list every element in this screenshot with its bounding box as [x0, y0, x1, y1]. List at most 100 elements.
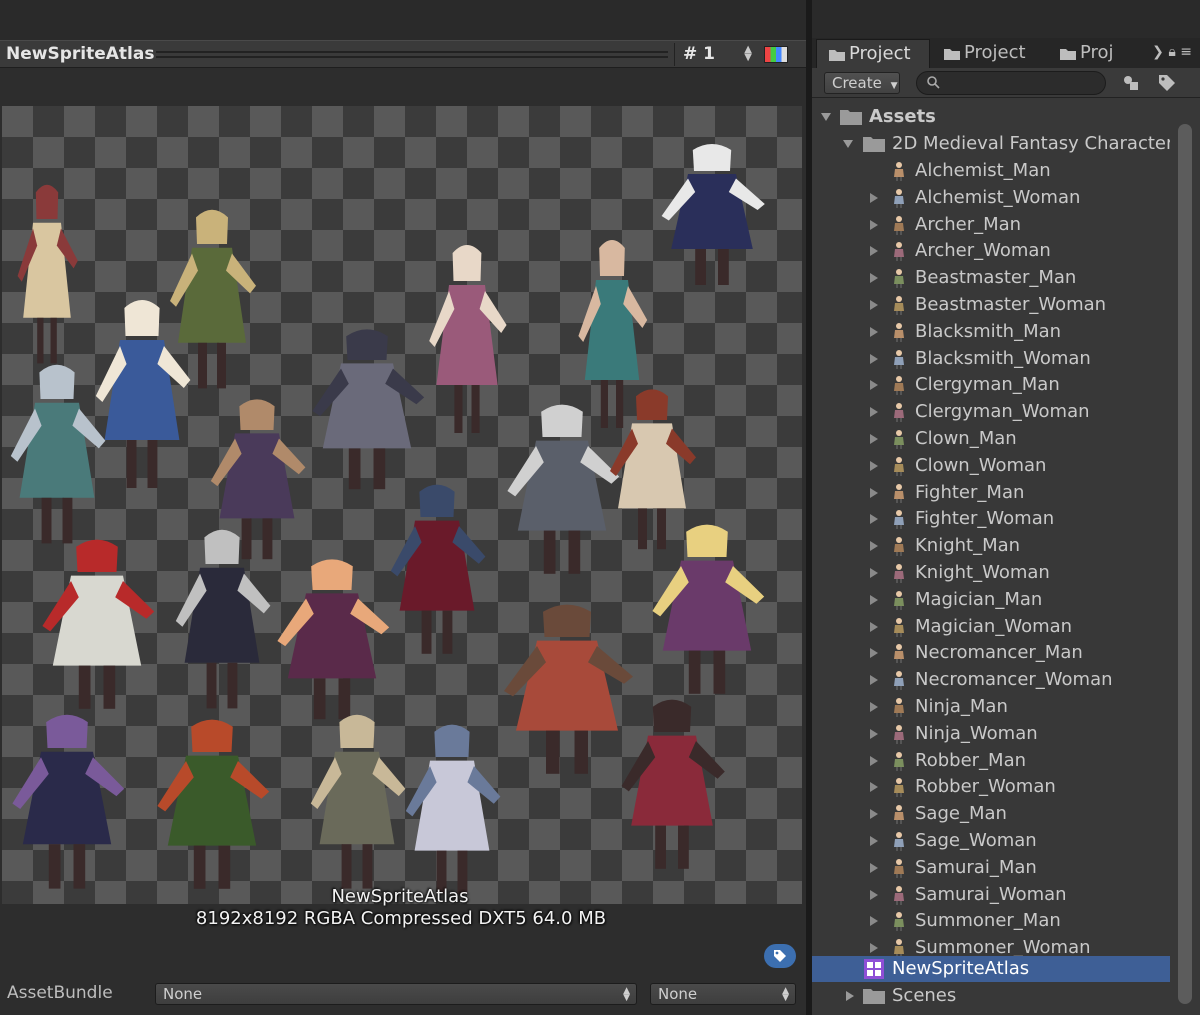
collapsed-arrow-icon[interactable]	[868, 567, 880, 579]
collapsed-arrow-icon[interactable]	[868, 621, 880, 633]
tree-item-character[interactable]: Clergyman_Man	[812, 372, 1170, 398]
tree-item-character[interactable]: Summoner_Man	[812, 908, 1170, 934]
tree-item-character[interactable]: Clown_Woman	[812, 453, 1170, 479]
character-sprite-icon	[894, 215, 904, 235]
tree-item-character[interactable]: Magician_Man	[812, 587, 1170, 613]
collapsed-arrow-icon[interactable]	[868, 862, 880, 874]
tree-item-character[interactable]: Magician_Woman	[812, 614, 1170, 640]
collapsed-arrow-icon[interactable]	[868, 942, 880, 954]
collapsed-arrow-icon[interactable]	[868, 889, 880, 901]
collapsed-arrow-icon[interactable]	[868, 728, 880, 740]
tree-item-label: Robber_Woman	[915, 776, 1056, 798]
tab-project-3[interactable]: Proj	[1048, 39, 1138, 68]
tree-item-label: Knight_Woman	[915, 562, 1050, 583]
search-by-label-icon[interactable]	[1156, 72, 1178, 94]
scrollbar-thumb[interactable]	[1178, 124, 1192, 1004]
search-by-type-icon[interactable]	[1120, 72, 1142, 94]
lock-icon[interactable]: 🔒︎	[1168, 44, 1175, 60]
tree-item-label: Robber_Man	[915, 749, 1027, 771]
create-button[interactable]: Create ▼	[824, 72, 900, 94]
tree-item-character[interactable]: Clown_Man	[812, 426, 1170, 452]
tree-item-character[interactable]: Knight_Man	[812, 533, 1170, 559]
collapsed-arrow-icon[interactable]	[868, 353, 880, 365]
tree-item-character[interactable]: Alchemist_Man	[812, 158, 1170, 184]
atlas-page-select[interactable]: # 1 ▲ ▼	[674, 43, 758, 66]
tree-item-character[interactable]: Blacksmith_Woman	[812, 346, 1170, 372]
collapsed-arrow-icon[interactable]	[868, 835, 880, 847]
collapsed-arrow-icon[interactable]	[868, 594, 880, 606]
collapsed-arrow-icon[interactable]	[868, 487, 880, 499]
tree-item-character[interactable]: Ninja_Man	[812, 694, 1170, 720]
asset-bundle-variant-dropdown[interactable]: None ▲ ▼	[650, 983, 796, 1005]
collapsed-arrow-icon[interactable]	[868, 540, 880, 552]
tree-item-character[interactable]: Ninja_Woman	[812, 721, 1170, 747]
collapsed-arrow-icon[interactable]	[868, 245, 880, 257]
character-sprite-icon	[894, 188, 904, 208]
atlas-page-value: # 1	[683, 44, 715, 64]
tree-item-character[interactable]: Archer_Woman	[812, 238, 1170, 264]
asset-label-button[interactable]	[764, 944, 796, 968]
collapsed-arrow-icon[interactable]	[868, 299, 880, 311]
tree-item-character-folder[interactable]: 2D Medieval Fantasy Character	[812, 131, 1173, 157]
tree-item-character[interactable]: Blacksmith_Man	[812, 319, 1170, 345]
tree-item-character[interactable]: Archer_Man	[812, 212, 1170, 238]
tree-item-character[interactable]: Necromancer_Woman	[812, 667, 1170, 693]
tree-item-character[interactable]: Sage_Man	[812, 801, 1170, 827]
character-sprite-icon	[894, 456, 904, 476]
tree-item-character[interactable]: Beastmaster_Woman	[812, 292, 1170, 318]
color-channel-toggle-icon[interactable]	[764, 46, 788, 63]
expand-arrow-icon[interactable]	[842, 138, 854, 150]
tree-item-character[interactable]: Fighter_Man	[812, 480, 1170, 506]
chevron-right-icon[interactable]: ❯	[1152, 44, 1164, 60]
tree-item-label: Scenes	[892, 985, 957, 1006]
tree-item-character[interactable]: Sage_Woman	[812, 828, 1170, 854]
collapsed-arrow-icon[interactable]	[868, 513, 880, 525]
tree-item-sprite-atlas[interactable]: NewSpriteAtlas	[812, 956, 1170, 982]
collapsed-arrow-icon[interactable]	[868, 460, 880, 472]
tree-item-scenes[interactable]: Scenes	[812, 983, 1170, 1009]
collapsed-arrow-icon[interactable]	[868, 808, 880, 820]
collapsed-arrow-icon[interactable]	[868, 406, 880, 418]
collapsed-arrow-icon[interactable]	[868, 433, 880, 445]
collapsed-arrow-icon[interactable]	[868, 674, 880, 686]
tree-item-character[interactable]: Samurai_Woman	[812, 882, 1170, 908]
project-scrollbar[interactable]	[1170, 98, 1200, 1015]
search-field[interactable]	[916, 71, 1106, 95]
collapsed-arrow-icon[interactable]	[868, 701, 880, 713]
preview-drag-handle[interactable]	[156, 51, 668, 58]
tree-item-character[interactable]: Fighter_Woman	[812, 506, 1170, 532]
tree-item-character[interactable]: Alchemist_Woman	[812, 185, 1170, 211]
collapsed-arrow-icon[interactable]	[868, 755, 880, 767]
collapsed-arrow-icon[interactable]	[868, 219, 880, 231]
collapsed-arrow-icon[interactable]	[868, 192, 880, 204]
collapsed-arrow-icon[interactable]	[868, 647, 880, 659]
tree-item-character[interactable]: Knight_Woman	[812, 560, 1170, 586]
character-sprite	[652, 141, 772, 291]
tree-item-character[interactable]: Clergyman_Woman	[812, 399, 1170, 425]
tree-item-character[interactable]: Necromancer_Man	[812, 640, 1170, 666]
asset-bundle-name-dropdown[interactable]: None ▲ ▼	[155, 983, 637, 1005]
tree-item-label: Knight_Man	[915, 535, 1021, 557]
character-sprite-icon	[894, 564, 904, 583]
collapsed-arrow-icon[interactable]	[868, 915, 880, 927]
panel-top-strip	[812, 0, 1200, 38]
collapsed-arrow-icon[interactable]	[868, 379, 880, 391]
tab-project-1[interactable]: Project	[816, 39, 930, 68]
expand-arrow-icon[interactable]	[820, 111, 832, 123]
collapsed-arrow-icon[interactable]	[844, 990, 856, 1002]
tree-item-label: Beastmaster_Man	[915, 267, 1077, 289]
tab-overflow-controls[interactable]: ❯ 🔒︎ ≡	[1152, 44, 1192, 60]
collapsed-arrow-icon[interactable]	[868, 272, 880, 284]
tree-item-character[interactable]: Beastmaster_Man	[812, 265, 1170, 291]
tree-item-character[interactable]: Samurai_Man	[812, 855, 1170, 881]
collapsed-arrow-icon[interactable]	[868, 326, 880, 338]
menu-icon[interactable]: ≡	[1180, 44, 1192, 60]
collapsed-arrow-icon[interactable]	[868, 781, 880, 793]
updown-arrows-icon: ▲ ▼	[744, 44, 752, 63]
tab-project-2[interactable]: Project	[932, 39, 1048, 68]
tree-item-character[interactable]: Robber_Woman	[812, 774, 1170, 800]
character-sprite	[147, 716, 277, 896]
tree-item-assets[interactable]: Assets	[812, 104, 1170, 130]
character-sprite-icon	[894, 269, 904, 289]
tree-item-character[interactable]: Robber_Man	[812, 748, 1170, 774]
